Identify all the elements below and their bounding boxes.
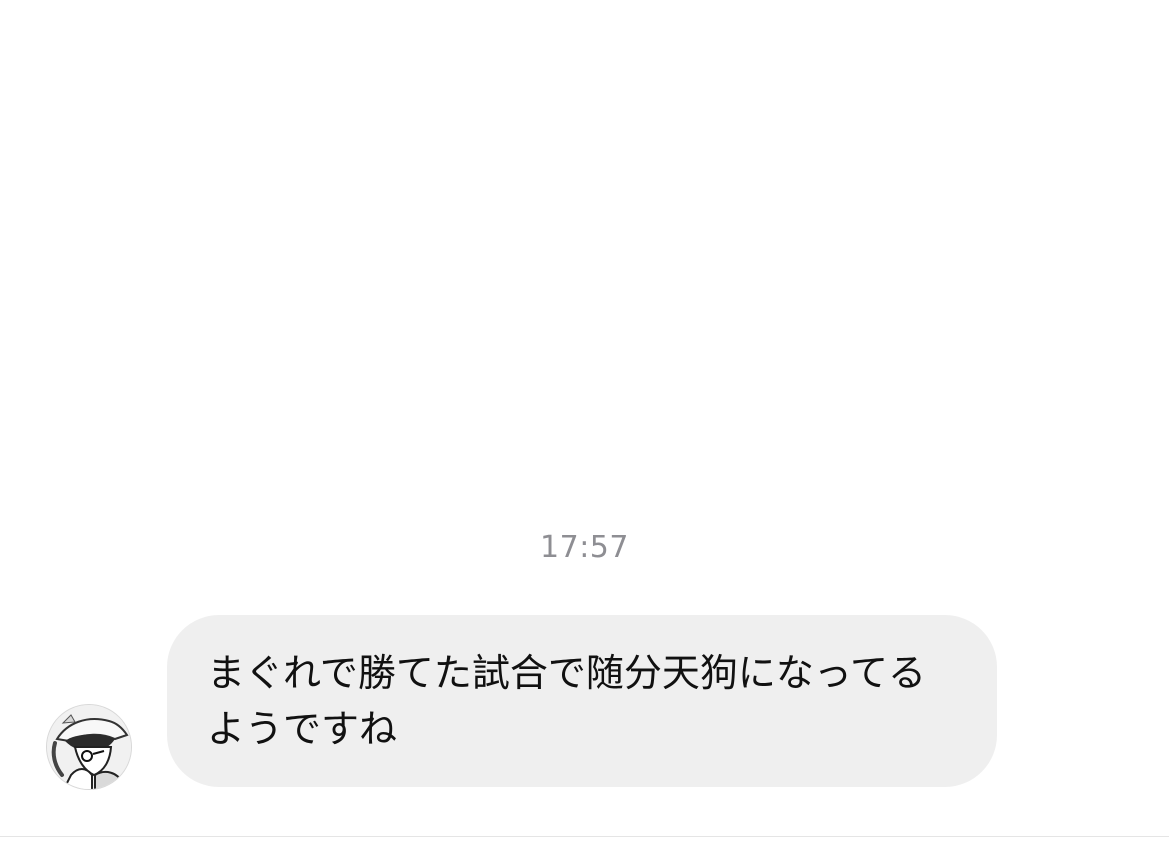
incoming-message-row: まぐれで勝てた試合で随分天狗になってるようですね: [0, 612, 1169, 792]
chat-screen: 17:57 まぐれで勝てた試合で随分天狗になってるようですね: [0, 0, 1169, 857]
message-bubble[interactable]: まぐれで勝てた試合で随分天狗になってるようですね: [167, 615, 997, 787]
sender-avatar[interactable]: [46, 704, 132, 790]
bottom-divider: [0, 836, 1169, 837]
manga-character-avatar-icon: [47, 705, 131, 789]
message-text: まぐれで勝てた試合で随分天狗になってるようですね: [207, 651, 926, 751]
message-timestamp: 17:57: [540, 530, 629, 565]
